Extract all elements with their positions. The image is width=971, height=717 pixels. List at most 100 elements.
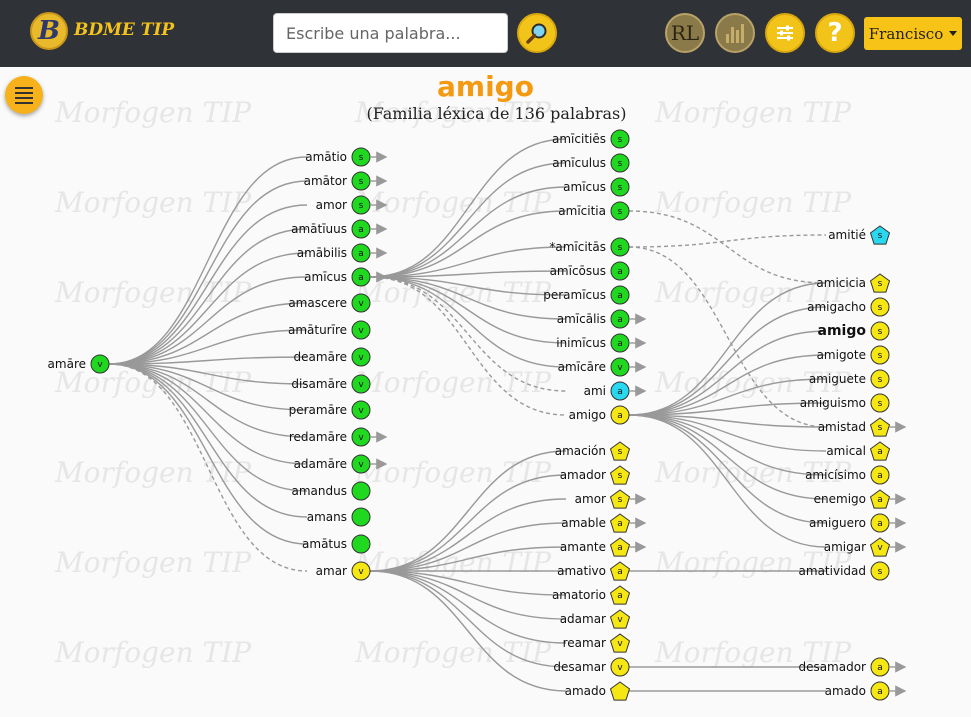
word-node-amitie[interactable]: s amitié	[828, 225, 891, 245]
word-node-amativo[interactable]: a amativo	[557, 561, 631, 581]
tree-edge	[628, 414, 827, 500]
word-node-amiguero[interactable]: a amiguero	[809, 513, 907, 533]
word-node-peramare[interactable]: v peramāre	[289, 400, 371, 420]
word-node-amicities[interactable]: s amīcitiēs	[552, 129, 630, 149]
word-node-amiguismo[interactable]: s amiguismo	[800, 393, 890, 413]
word-label: amicicia	[816, 276, 866, 290]
word-node-disamare[interactable]: v disamāre	[291, 374, 371, 394]
word-node-amador[interactable]: s amador	[560, 465, 631, 485]
word-node-amatus[interactable]: amātus	[302, 534, 371, 554]
word-node-amicare[interactable]: v amīcāre	[558, 357, 647, 377]
word-node-enemigo[interactable]: a enemigo	[814, 489, 907, 509]
word-label: *amīcitās	[549, 240, 606, 254]
word-node-amare[interactable]: v amāre	[48, 354, 110, 374]
category-tag: v	[617, 363, 623, 373]
word-node-ami[interactable]: a ami	[584, 381, 647, 401]
word-node-amicisimo[interactable]: a amicísimo	[805, 465, 890, 485]
word-node-amigacho[interactable]: s amigacho	[807, 297, 890, 317]
circle-node-icon	[351, 481, 371, 501]
word-label: amiguismo	[800, 396, 866, 410]
category-tag: s	[359, 153, 364, 163]
tree-edge	[628, 306, 827, 416]
word-node-amical[interactable]: a amical	[826, 441, 891, 461]
word-node-amado2[interactable]: a amado	[825, 681, 907, 701]
tree-edge	[628, 414, 827, 524]
word-node-amor_la[interactable]: s amor	[316, 195, 388, 215]
word-label: amigar	[824, 540, 866, 554]
word-node-amicus[interactable]: a amīcus	[304, 267, 388, 287]
word-node-amigo_bold[interactable]: s amigo	[818, 321, 890, 341]
word-label: peramīcus	[543, 288, 606, 302]
word-node-adamar[interactable]: v adamar	[560, 609, 631, 629]
word-node-amandus[interactable]: amandus	[292, 481, 371, 501]
word-node-amicitia[interactable]: s amīcitia	[558, 201, 630, 221]
word-node-amicitas[interactable]: s *amīcitās	[549, 237, 630, 257]
word-node-adamare[interactable]: v adamāre	[294, 454, 388, 474]
word-label: amīcus	[563, 180, 606, 194]
word-node-redamare[interactable]: v redamāre	[289, 427, 388, 447]
word-node-amatorio[interactable]: a amatorio	[552, 585, 631, 605]
category-tag: v	[617, 615, 623, 625]
word-node-amascere[interactable]: v amascere	[288, 293, 371, 313]
category-tag: a	[617, 387, 623, 397]
word-label: amación	[555, 444, 606, 458]
word-node-amabilis[interactable]: a amābilis	[297, 243, 388, 263]
word-node-inimicus[interactable]: a inimīcus	[556, 333, 647, 353]
word-node-amigar[interactable]: v amigar	[824, 537, 907, 557]
word-node-amans[interactable]: amans	[307, 507, 371, 527]
word-node-amator[interactable]: s amātor	[304, 171, 388, 191]
word-label: disamāre	[291, 377, 347, 391]
word-node-amado[interactable]: amado	[565, 681, 631, 701]
word-node-desamador[interactable]: a desamador	[798, 657, 907, 677]
tree-edge	[628, 246, 827, 428]
tree-edge	[369, 474, 567, 572]
category-tag: a	[358, 249, 364, 259]
word-node-amicus2[interactable]: s amīcus	[563, 177, 630, 197]
word-node-deamare[interactable]: v deamāre	[294, 347, 371, 367]
word-node-amatiuus[interactable]: a amātīuus	[291, 219, 388, 239]
category-tag: a	[617, 267, 623, 277]
word-node-amiculus[interactable]: s amīculus	[552, 153, 630, 173]
tree-edge	[628, 330, 827, 416]
word-node-amatividad[interactable]: s amatividad	[799, 561, 890, 581]
word-label: amical	[826, 444, 866, 458]
word-label: enemigo	[814, 492, 866, 506]
word-node-desamar[interactable]: v desamar	[553, 657, 630, 677]
category-tag: s	[618, 447, 623, 457]
category-tag: s	[618, 159, 623, 169]
word-node-amistad[interactable]: s amistad	[818, 417, 907, 437]
category-tag: s	[618, 495, 623, 505]
word-node-amicicia[interactable]: s amicicia	[816, 273, 891, 293]
word-label: amīcāre	[558, 360, 606, 374]
category-tag: a	[617, 543, 623, 553]
category-tag: v	[358, 353, 364, 363]
word-label: amans	[307, 510, 347, 524]
word-node-amable[interactable]: a amable	[561, 513, 647, 533]
tree-edge	[369, 276, 567, 368]
category-tag: v	[617, 639, 623, 649]
word-node-amante[interactable]: a amante	[560, 537, 647, 557]
word-node-amor_es[interactable]: s amor	[575, 489, 647, 509]
word-node-amatio[interactable]: s amātio	[305, 147, 388, 167]
tree-edge	[369, 570, 567, 668]
category-tag: v	[97, 360, 103, 370]
word-node-amigo_n[interactable]: a amigo	[569, 405, 630, 425]
word-label: amigacho	[807, 300, 866, 314]
category-tag: s	[359, 177, 364, 187]
word-label: amicísimo	[805, 468, 866, 482]
word-node-amaturire[interactable]: v amāturīre	[288, 320, 371, 340]
word-label: amīcālis	[557, 312, 606, 326]
category-tag: s	[618, 243, 623, 253]
tree-edge	[108, 276, 308, 365]
word-node-amigote[interactable]: s amigote	[817, 345, 890, 365]
word-node-reamar[interactable]: v reamar	[563, 633, 631, 653]
word-node-amiguete[interactable]: s amiguete	[809, 369, 890, 389]
word-node-amacion[interactable]: s amación	[555, 441, 631, 461]
word-node-amar[interactable]: v amar	[316, 561, 371, 581]
tree-edge	[628, 282, 827, 416]
word-node-peramicus[interactable]: a peramīcus	[543, 285, 630, 305]
word-label: amor	[575, 492, 606, 506]
word-node-amicosus[interactable]: a amīcōsus	[550, 261, 630, 281]
word-node-amicalis[interactable]: a amīcālis	[557, 309, 647, 329]
category-tag: a	[877, 471, 883, 481]
